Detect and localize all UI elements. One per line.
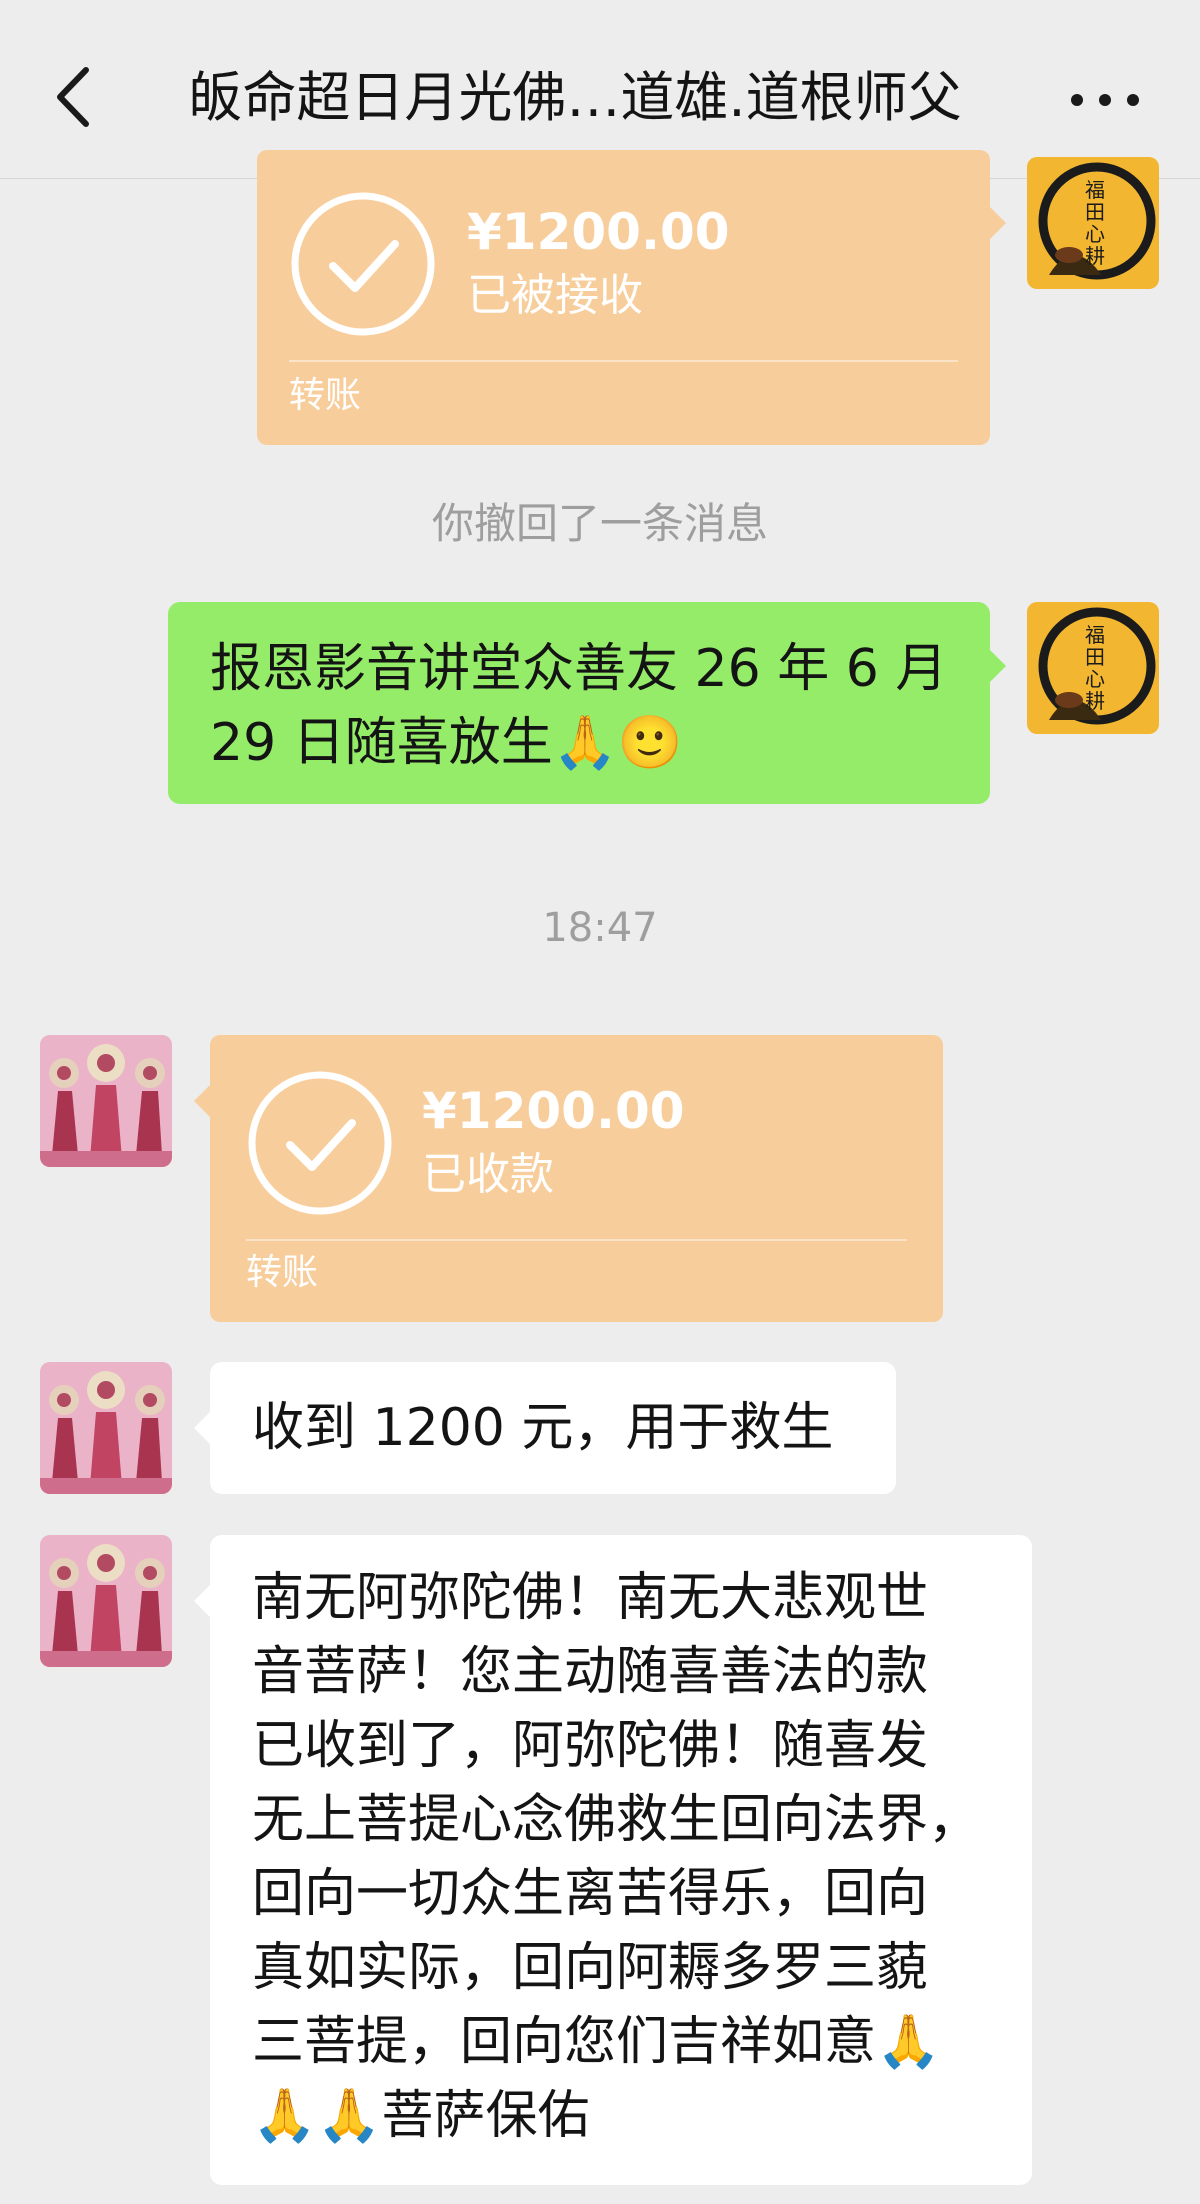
received-long-text-bubble[interactable]: 南无阿弥陀佛！南无大悲观世 音菩萨！您主动随喜善法的款 已收到了，阿弥陀佛！随喜… — [210, 1535, 1032, 2185]
recall-notice: 你撤回了一条消息 — [431, 499, 768, 548]
sent-text-bubble[interactable]: 报恩影音讲堂众善友 26 年 6 月 29 日随喜放生🙏🙂 — [168, 602, 990, 804]
logo-char-4: 耕 — [1085, 689, 1105, 713]
avatar-contact[interactable] — [40, 1362, 172, 1494]
avatar-contact[interactable] — [40, 1535, 172, 1667]
transfer-divider — [289, 360, 958, 362]
received-text-bubble[interactable]: 收到 1200 元，用于救生 — [210, 1362, 896, 1494]
bubble-tail — [194, 1585, 210, 1617]
long-text-line-8: 🙏🙏菩萨保佑 — [252, 2086, 590, 2146]
back-arrow-icon — [57, 67, 89, 127]
check-circle-icon — [291, 192, 435, 336]
avatar-contact[interactable] — [40, 1035, 172, 1167]
logo-char-2: 田 — [1085, 645, 1105, 669]
bubble-tail — [194, 1085, 210, 1117]
logo-char-2: 田 — [1085, 200, 1105, 224]
bubble-tail — [990, 207, 1006, 239]
received-text: 收到 1200 元，用于救生 — [252, 1398, 834, 1458]
message-timestamp: 18:47 — [542, 905, 658, 951]
transfer-card-sent[interactable]: ¥1200.00 已被接收 转账 — [257, 150, 990, 445]
transfer-status: 已被接收 — [467, 270, 643, 321]
avatar-self[interactable]: 福 田 心 耕 — [1027, 157, 1159, 289]
buddha-picture-icon — [40, 1035, 172, 1167]
transfer-label: 转账 — [246, 1252, 319, 1293]
transfer-amount: ¥1200.00 — [422, 1082, 685, 1140]
back-button[interactable] — [48, 62, 98, 132]
logo-char-3: 心 — [1085, 667, 1105, 691]
transfer-card-received[interactable]: ¥1200.00 已收款 转账 — [210, 1035, 943, 1322]
lotus-logo-icon: 福 田 心 耕 — [1027, 602, 1159, 734]
long-text-line-4: 无上菩提心念佛救生回向法界， — [252, 1790, 981, 1850]
buddha-picture-icon — [40, 1362, 172, 1494]
logo-char-4: 耕 — [1085, 244, 1105, 268]
avatar-self[interactable]: 福 田 心 耕 — [1027, 602, 1159, 734]
sent-text-line-1: 报恩影音讲堂众善友 26 年 6 月 — [210, 639, 948, 699]
sent-text-line-2: 29 日随喜放生🙏🙂 — [210, 713, 683, 773]
long-text-line-2: 音菩萨！您主动随喜善法的款 — [252, 1642, 929, 1702]
transfer-amount: ¥1200.00 — [467, 203, 730, 261]
lotus-logo-icon: 福 田 心 耕 — [1027, 157, 1159, 289]
long-text-line-5: 回向一切众生离苦得乐，回向 — [252, 1864, 929, 1924]
chat-title: 皈命超日月光佛…道雄.道根师父 — [188, 66, 962, 129]
buddha-picture-icon — [40, 1535, 172, 1667]
long-text-line-3: 已收到了，阿弥陀佛！随喜发 — [252, 1716, 929, 1776]
logo-char-1: 福 — [1085, 178, 1105, 202]
more-button[interactable] — [1065, 80, 1145, 120]
logo-char-1: 福 — [1085, 623, 1105, 647]
logo-char-3: 心 — [1085, 222, 1105, 246]
long-text-line-1: 南无阿弥陀佛！南无大悲观世 — [252, 1568, 929, 1628]
more-dots-icon — [1071, 94, 1139, 106]
long-text-line-7: 三菩提，回向您们吉祥如意🙏 — [252, 2012, 941, 2072]
check-circle-icon — [248, 1071, 392, 1215]
bubble-tail — [194, 1412, 210, 1444]
transfer-label: 转账 — [289, 375, 362, 416]
long-text-line-6: 真如实际，回向阿耨多罗三藐 — [252, 1938, 929, 1998]
bubble-tail — [990, 650, 1006, 682]
transfer-status: 已收款 — [422, 1149, 554, 1200]
transfer-divider — [246, 1239, 907, 1241]
